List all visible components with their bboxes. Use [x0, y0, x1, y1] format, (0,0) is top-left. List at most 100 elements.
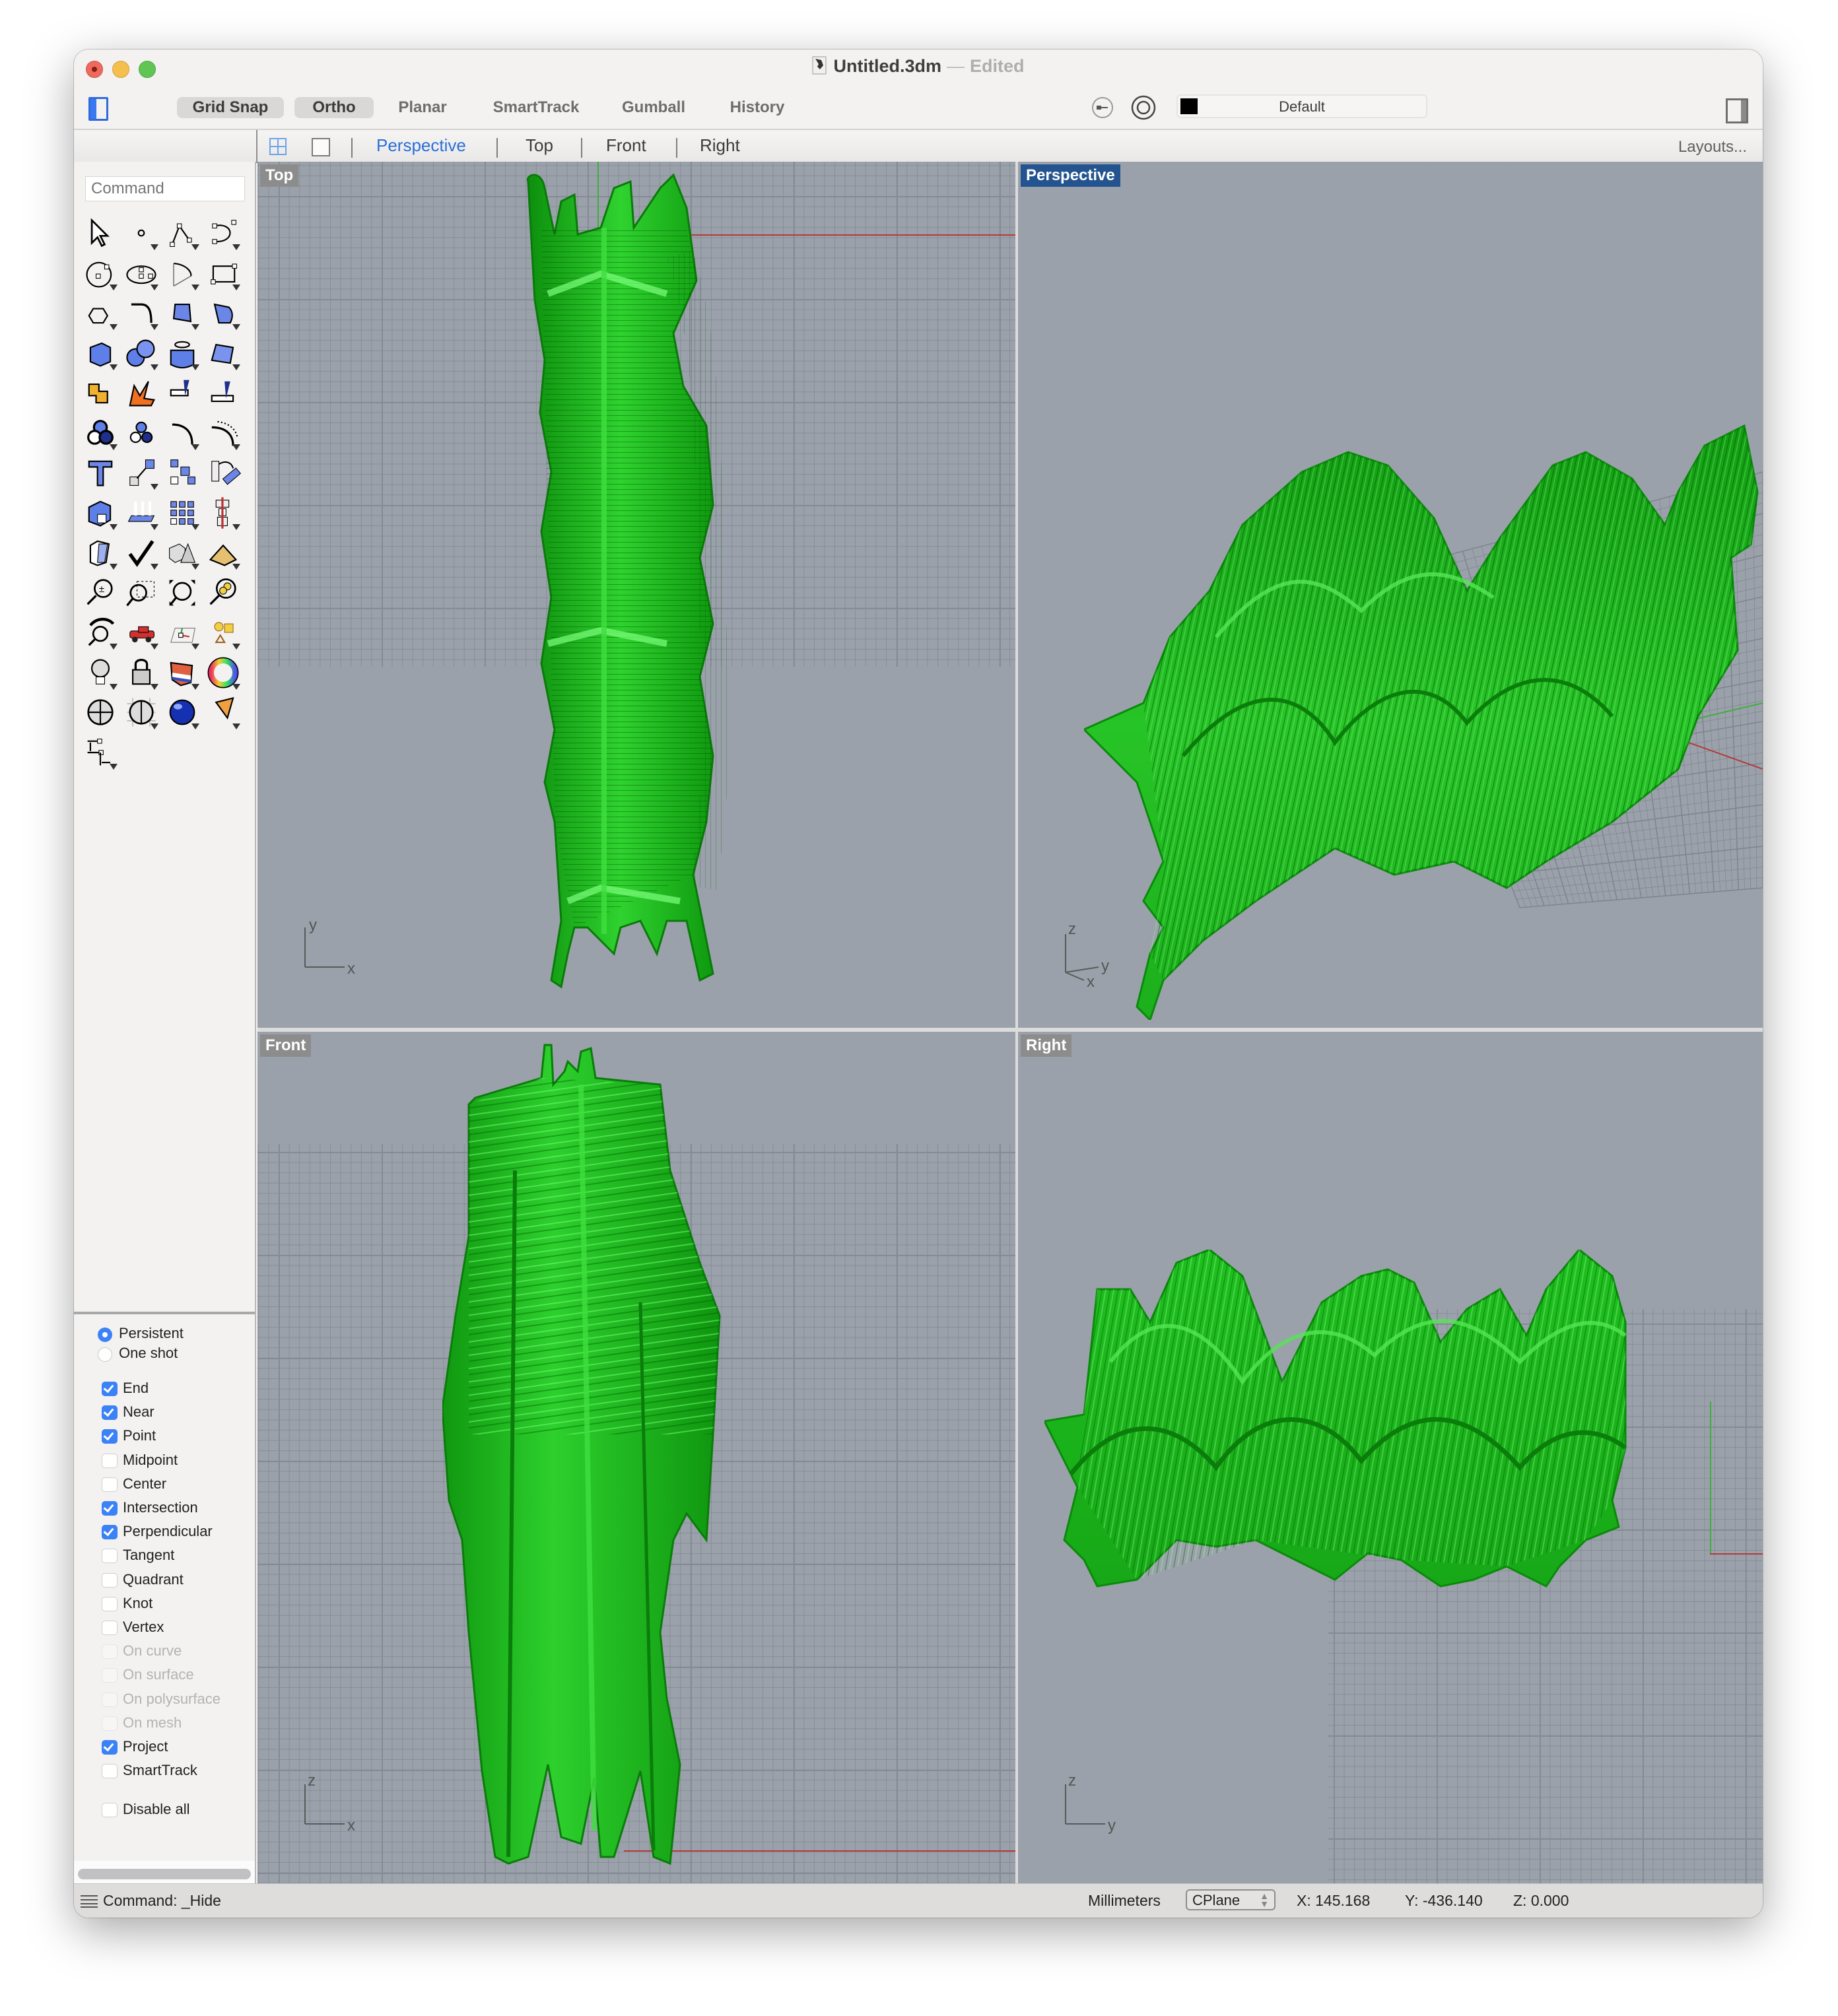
dropdown-arrow-icon[interactable]: [151, 484, 158, 490]
disable-all-checkbox[interactable]: [102, 1803, 118, 1817]
dropdown-arrow-icon[interactable]: [232, 523, 240, 530]
arc-icon[interactable]: [164, 255, 201, 292]
command-history-icon[interactable]: [81, 1895, 98, 1908]
polygon-icon[interactable]: [82, 294, 119, 331]
osnap-checkbox-point[interactable]: [102, 1429, 118, 1444]
osnap-checkbox-center[interactable]: [102, 1477, 118, 1492]
lock-icon[interactable]: [123, 654, 160, 691]
units-label[interactable]: Millimeters: [1088, 1892, 1161, 1910]
osnap-checkbox-knot[interactable]: [102, 1597, 118, 1611]
osnap-checkbox-vertex[interactable]: [102, 1621, 118, 1635]
viewport-label-perspective[interactable]: Perspective: [1021, 164, 1120, 187]
split-icon[interactable]: [205, 374, 242, 411]
viewport-top[interactable]: Top y x: [257, 162, 1015, 1028]
osnap-checkbox-midpoint[interactable]: [102, 1454, 118, 1468]
surface-deform-icon[interactable]: [205, 335, 242, 372]
tab-top[interactable]: Top: [526, 135, 553, 156]
dropdown-arrow-icon[interactable]: [151, 723, 158, 729]
dropdown-arrow-icon[interactable]: [232, 364, 240, 370]
dropdown-arrow-icon[interactable]: [191, 364, 199, 370]
extrude-curve-icon[interactable]: [205, 294, 242, 331]
model-front-view[interactable]: [442, 1038, 825, 1883]
tab-perspective[interactable]: Perspective: [376, 135, 466, 156]
dropdown-arrow-icon[interactable]: [232, 244, 240, 250]
dropdown-arrow-icon[interactable]: [232, 284, 240, 290]
dropdown-arrow-icon[interactable]: [191, 683, 199, 690]
four-viewports-icon[interactable]: [269, 138, 287, 155]
viewport-label-right[interactable]: Right: [1021, 1034, 1072, 1057]
group-icon[interactable]: [123, 415, 160, 452]
dropdown-arrow-icon[interactable]: [110, 564, 118, 570]
dropdown-arrow-icon[interactable]: [151, 244, 158, 250]
dropdown-arrow-icon[interactable]: [232, 683, 240, 690]
model-top-view[interactable]: [515, 162, 753, 993]
osnap-checkbox-intersection[interactable]: [102, 1501, 118, 1516]
dropdown-arrow-icon[interactable]: [110, 444, 118, 450]
gumball-pyramid-icon[interactable]: [205, 534, 242, 571]
render-sphere-icon[interactable]: [82, 694, 119, 731]
join-icon[interactable]: [82, 374, 119, 411]
light-icon[interactable]: [82, 654, 119, 691]
rectangle-icon[interactable]: [205, 255, 242, 292]
persistent-radio[interactable]: [98, 1327, 112, 1342]
dimension-icon[interactable]: [82, 734, 119, 771]
viewport-label-top[interactable]: Top: [260, 164, 299, 187]
dropdown-arrow-icon[interactable]: [151, 644, 158, 650]
render-grid-sphere-icon[interactable]: [123, 694, 160, 731]
solid-edit-icon[interactable]: [82, 494, 119, 531]
polyline-icon[interactable]: [164, 215, 201, 252]
osnap-checkbox-tangent[interactable]: [102, 1549, 118, 1563]
dropdown-arrow-icon[interactable]: [110, 284, 118, 290]
planar-toggle[interactable]: Planar: [391, 97, 454, 118]
select-arrow-icon[interactable]: [82, 215, 119, 252]
dropdown-arrow-icon[interactable]: [110, 683, 118, 690]
extrude-up-icon[interactable]: [123, 494, 160, 531]
dropdown-arrow-icon[interactable]: [110, 644, 118, 650]
zoom-selected-icon[interactable]: [205, 574, 242, 611]
osnap-checkbox-end[interactable]: [102, 1382, 118, 1396]
osnap-checkbox-smarttrack[interactable]: [102, 1764, 118, 1778]
text-icon[interactable]: [82, 454, 119, 491]
cone-spotlight-icon[interactable]: [205, 694, 242, 731]
point-icon[interactable]: [123, 215, 160, 252]
single-viewport-icon[interactable]: [312, 138, 330, 156]
array-copy-icon[interactable]: [164, 454, 201, 491]
gumball-toggle[interactable]: Gumball: [614, 97, 693, 118]
grid-snap-toggle[interactable]: Grid Snap: [177, 97, 284, 118]
material-sphere-icon[interactable]: [164, 694, 201, 731]
osnap-checkbox-quadrant[interactable]: [102, 1573, 118, 1588]
ortho-toggle[interactable]: Ortho: [294, 97, 374, 118]
ellipse-icon[interactable]: [123, 255, 160, 292]
viewport-front[interactable]: Front z x: [257, 1032, 1015, 1883]
dropdown-arrow-icon[interactable]: [232, 444, 240, 450]
dropdown-arrow-icon[interactable]: [151, 284, 158, 290]
sidebar-toggle-button[interactable]: [88, 97, 108, 121]
osnap-target-icon[interactable]: [1130, 94, 1157, 121]
dropdown-arrow-icon[interactable]: [232, 723, 240, 729]
layer-material-icon[interactable]: [164, 654, 201, 691]
dropdown-arrow-icon[interactable]: [191, 324, 199, 330]
dropdown-arrow-icon[interactable]: [232, 324, 240, 330]
dropdown-arrow-icon[interactable]: [110, 324, 118, 330]
dropdown-arrow-icon[interactable]: [191, 444, 199, 450]
dropdown-arrow-icon[interactable]: [191, 564, 199, 570]
dropdown-arrow-icon[interactable]: [232, 644, 240, 650]
cplane-icon[interactable]: [1091, 96, 1114, 119]
dropdown-arrow-icon[interactable]: [191, 644, 199, 650]
dropdown-arrow-icon[interactable]: [191, 523, 199, 530]
dropdown-arrow-icon[interactable]: [110, 523, 118, 530]
current-layer-selector[interactable]: Default: [1176, 94, 1427, 118]
analyze-curvature-icon[interactable]: [82, 534, 119, 571]
circle-icon[interactable]: [82, 255, 119, 292]
tab-right[interactable]: Right: [700, 135, 740, 156]
center-align-icon[interactable]: [205, 494, 242, 531]
command-input[interactable]: [85, 176, 245, 201]
one-shot-radio[interactable]: [98, 1347, 112, 1362]
boolean-group-icon[interactable]: [82, 415, 119, 452]
walkabout-car-icon[interactable]: [123, 614, 160, 651]
dropdown-arrow-icon[interactable]: [151, 364, 158, 370]
tab-front[interactable]: Front: [606, 135, 646, 156]
panels-toggle-button[interactable]: [1726, 98, 1748, 123]
move-icon[interactable]: [123, 454, 160, 491]
grid-array-icon[interactable]: [164, 494, 201, 531]
